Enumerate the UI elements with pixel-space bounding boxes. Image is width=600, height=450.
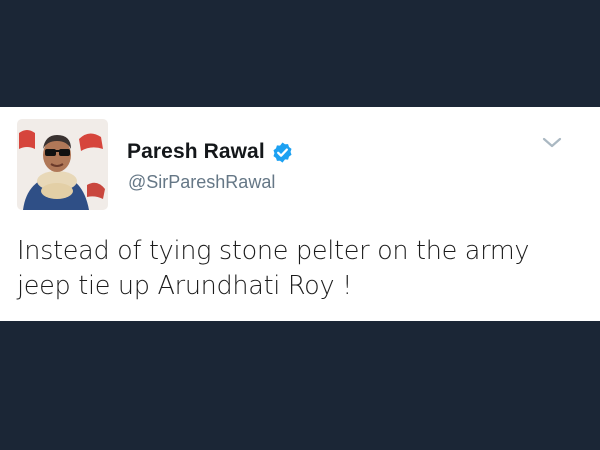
avatar[interactable] [17,119,108,210]
chevron-down-icon[interactable] [540,135,564,151]
user-handle[interactable]: @SirPareshRawal [128,172,275,193]
tweet-card: Paresh Rawal @SirPareshRawal Instead of … [0,107,600,321]
verified-badge-icon [271,141,294,164]
tweet-text: Instead of tying stone pelter on the arm… [17,236,530,301]
name-row: Paresh Rawal [127,137,294,167]
display-name[interactable]: Paresh Rawal [127,140,265,164]
avatar-photo [17,119,108,210]
